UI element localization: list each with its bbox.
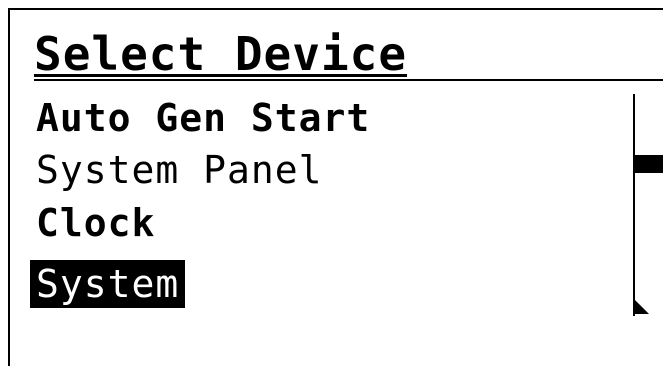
page-title: Select Device bbox=[34, 27, 408, 81]
scrollbar-track[interactable] bbox=[633, 94, 635, 316]
menu-item-clock[interactable]: Clock bbox=[36, 199, 155, 247]
menu-item-system-panel[interactable]: System Panel bbox=[36, 146, 323, 194]
title-divider bbox=[34, 79, 663, 81]
menu-item-auto-gen-start[interactable]: Auto Gen Start bbox=[36, 94, 370, 142]
scroll-down-arrow-icon[interactable] bbox=[635, 300, 649, 314]
scrollbar-thumb[interactable] bbox=[633, 155, 663, 173]
menu-item-system-selected[interactable]: System bbox=[30, 260, 186, 308]
